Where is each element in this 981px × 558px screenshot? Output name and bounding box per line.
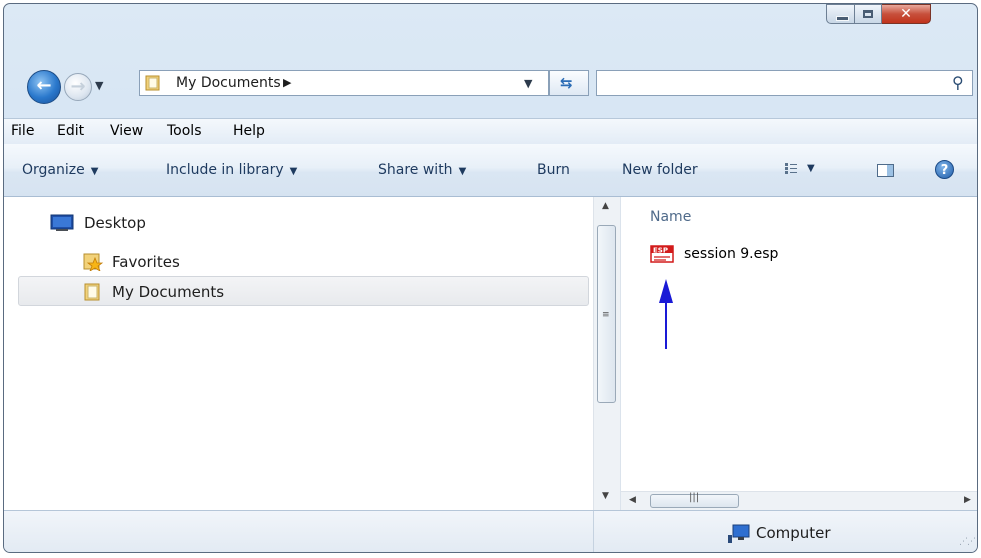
- chevron-down-icon: ▼: [289, 166, 298, 177]
- share-with-label: Share with: [378, 162, 453, 178]
- menu-view[interactable]: View: [110, 123, 143, 139]
- address-path: My Documents: [176, 75, 281, 91]
- search-input[interactable]: ⚲: [596, 70, 973, 96]
- scrollbar-thumb[interactable]: ≡: [597, 225, 616, 403]
- chevron-down-icon: ▼: [458, 166, 467, 177]
- navigation-pane-scrollbar[interactable]: ▲ ≡ ▼: [593, 197, 620, 510]
- back-arrow-icon: ←: [36, 75, 52, 96]
- explorer-window: ✕ ← → ▼ My Documents ▶ ▼ ⇆ ⚲ File Edit V…: [3, 3, 978, 553]
- file-name: session 9.esp: [684, 246, 779, 262]
- burn-button[interactable]: Burn: [537, 162, 570, 178]
- column-header-name[interactable]: Name: [650, 209, 691, 225]
- status-divider: [593, 511, 594, 552]
- scrollbar-thumb[interactable]: |||: [650, 492, 739, 508]
- help-icon[interactable]: ?: [935, 160, 954, 179]
- include-in-library-label: Include in library: [166, 162, 284, 178]
- include-in-library-button[interactable]: Include in library ▼: [166, 162, 297, 178]
- folder-icon: [84, 283, 100, 301]
- chevron-down-icon: ▼: [90, 166, 99, 177]
- forward-button[interactable]: →: [64, 73, 92, 101]
- search-icon[interactable]: ⚲: [952, 73, 964, 92]
- desktop-icon: [50, 214, 74, 231]
- scroll-right-icon[interactable]: ▶: [964, 495, 971, 505]
- refresh-icon: ⇆: [560, 74, 573, 92]
- close-icon: ✕: [900, 6, 912, 22]
- scroll-left-icon[interactable]: ◀: [629, 495, 636, 505]
- menu-help[interactable]: Help: [233, 123, 265, 139]
- command-bar: Organize ▼ Include in library ▼ Share with…: [4, 144, 977, 197]
- menu-bar: File Edit View Tools Help: [4, 118, 977, 145]
- navigation-pane: Desktop Favorites My Documents: [4, 197, 593, 510]
- nav-item-desktop[interactable]: Desktop: [84, 214, 146, 232]
- view-options-dropdown-icon[interactable]: ▼: [807, 163, 815, 174]
- file-list-pane: Name ESP session 9.esp: [621, 197, 977, 510]
- favorites-folder-icon: [83, 253, 104, 271]
- maximize-icon: [863, 10, 873, 18]
- recent-pages-dropdown[interactable]: ▼: [95, 79, 103, 92]
- computer-icon: [728, 524, 750, 543]
- status-location: Computer: [756, 524, 831, 542]
- minimize-icon: [836, 16, 849, 21]
- esp-file-icon: ESP: [650, 245, 674, 263]
- address-dropdown-icon[interactable]: ▼: [524, 77, 532, 90]
- address-bar[interactable]: My Documents ▶ ▼: [139, 70, 549, 96]
- preview-pane-icon[interactable]: [877, 164, 894, 177]
- menu-file[interactable]: File: [11, 123, 34, 139]
- grip-icon: ≡: [602, 310, 610, 320]
- close-button[interactable]: ✕: [882, 4, 931, 24]
- breadcrumb-chevron-icon[interactable]: ▶: [283, 76, 291, 89]
- organize-label: Organize: [22, 162, 85, 178]
- selected-item-highlight: [18, 276, 589, 306]
- resize-grip-icon[interactable]: ⋰⋰: [959, 537, 976, 547]
- new-folder-button[interactable]: New folder: [622, 162, 698, 178]
- annotation-arrow-icon: [659, 279, 673, 349]
- status-bar: Computer ⋰⋰: [4, 510, 977, 552]
- svg-text:ESP: ESP: [653, 247, 668, 255]
- change-view-icon[interactable]: [785, 163, 797, 175]
- back-button[interactable]: ←: [27, 70, 61, 104]
- minimize-button[interactable]: [826, 4, 855, 24]
- nav-item-my-documents[interactable]: My Documents: [112, 283, 224, 301]
- maximize-button[interactable]: [855, 4, 882, 24]
- forward-arrow-icon: →: [70, 76, 86, 97]
- scroll-down-icon[interactable]: ▼: [602, 491, 609, 501]
- folder-icon: [145, 75, 160, 91]
- organize-button[interactable]: Organize ▼: [22, 162, 98, 178]
- scroll-up-icon[interactable]: ▲: [602, 201, 609, 211]
- nav-item-favorites[interactable]: Favorites: [112, 253, 180, 271]
- share-with-button[interactable]: Share with ▼: [378, 162, 466, 178]
- menu-edit[interactable]: Edit: [57, 123, 84, 139]
- grip-icon: |||: [689, 492, 700, 503]
- file-list-horizontal-scrollbar[interactable]: ◀ ||| ▶: [621, 491, 977, 510]
- menu-tools[interactable]: Tools: [167, 123, 202, 139]
- refresh-button[interactable]: ⇆: [549, 70, 589, 96]
